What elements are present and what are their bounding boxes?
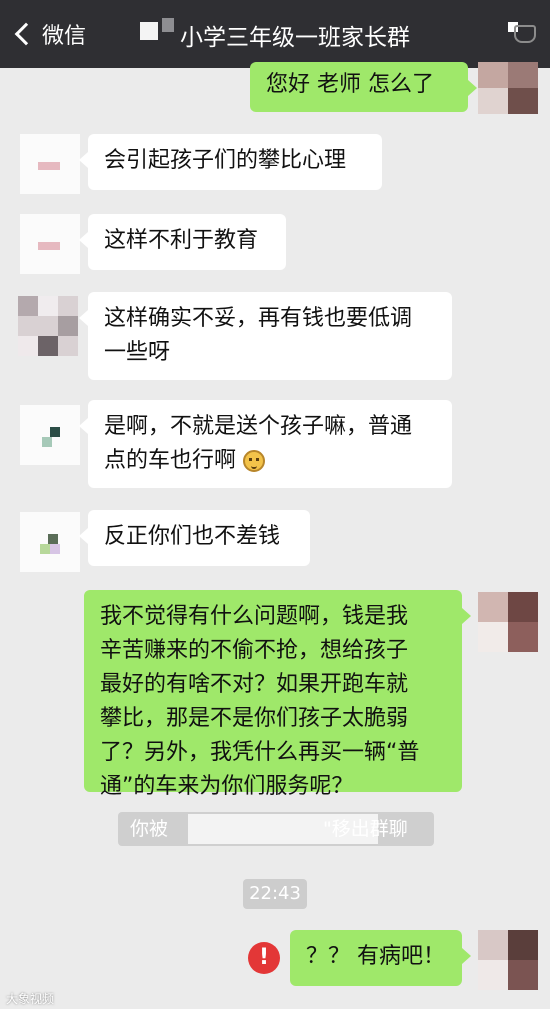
message-text: 您好 老师 怎么了: [266, 72, 434, 97]
chat-title-text: 小学三年级一班家长群: [180, 25, 410, 51]
smile-emoji-icon: [243, 450, 266, 472]
message-bubble-incoming[interactable]: 这样确实不妥，再有钱也要低调 一些呀: [79, 292, 452, 380]
message-bubble-outgoing[interactable]: ？？ 有病吧！: [290, 930, 471, 986]
message-text-line: 我不觉得有什么问题啊，钱是我: [100, 604, 409, 629]
title-redaction: [162, 18, 174, 32]
avatar-self[interactable]: [478, 592, 538, 652]
system-notice-prefix: 你被: [130, 818, 169, 840]
message-text-line: 攀比，那是不是你们孩子太脆弱: [100, 706, 409, 731]
message-text-line: 点的车也行啊: [104, 448, 237, 473]
group-info-icon[interactable]: [514, 25, 536, 43]
message-text: 反正你们也不差钱: [104, 524, 281, 549]
watermark-text: 大象视频: [6, 992, 55, 1006]
message-text: 会引起孩子们的攀比心理: [104, 148, 347, 173]
message-bubble-incoming[interactable]: 是啊，不就是送个孩子嘛，普通 点的车也行啊: [79, 400, 452, 488]
avatar-teacher[interactable]: [20, 134, 80, 194]
avatar-parent[interactable]: [20, 512, 80, 572]
back-label: 微信: [42, 24, 87, 49]
message-text-line: 是啊，不就是送个孩子嘛，普通: [104, 414, 413, 439]
message-text-line: 了？另外，我凭什么再买一辆“普: [100, 740, 420, 765]
title-redaction: [140, 22, 158, 40]
message-bubble-outgoing[interactable]: 我不觉得有什么问题啊，钱是我 辛苦赚来的不偷不抢，想给孩子 最好的有啥不对？如果…: [84, 590, 471, 799]
message-text: ？？ 有病吧！: [306, 944, 445, 969]
failed-send-icon[interactable]: !: [248, 942, 280, 974]
chat-header: 微信 小学三年级一班家长群: [0, 0, 550, 68]
message-bubble-incoming[interactable]: 反正你们也不差钱: [79, 510, 310, 566]
avatar-self[interactable]: [478, 62, 538, 114]
avatar-parent[interactable]: [20, 405, 80, 465]
message-bubble-incoming[interactable]: 会引起孩子们的攀比心理: [79, 134, 382, 190]
timestamp: 22:43: [243, 879, 307, 909]
message-bubble-incoming[interactable]: 这样不利于教育: [79, 214, 286, 270]
chat-title: 小学三年级一班家长群: [140, 18, 410, 52]
message-text: 这样不利于教育: [104, 228, 259, 253]
message-text-line: 辛苦赚来的不偷不抢，想给孩子: [100, 638, 409, 663]
message-text-line: 一些呀: [104, 340, 171, 365]
message-text-line: 这样确实不妥，再有钱也要低调: [104, 306, 413, 331]
message-text-line: 最好的有啥不对？如果开跑车就: [100, 672, 409, 697]
avatar-self[interactable]: [478, 930, 538, 990]
avatar-teacher[interactable]: [20, 214, 80, 274]
back-button[interactable]: 微信: [12, 18, 86, 50]
message-bubble-outgoing[interactable]: 您好 老师 怎么了: [250, 62, 477, 112]
avatar-parent[interactable]: [18, 296, 78, 356]
system-notice: 你被 "移出群聊: [118, 812, 434, 846]
message-text-line: 通”的车来为你们服务呢？: [100, 774, 354, 799]
chevron-left-icon: [14, 22, 38, 46]
system-notice-suffix: "移出群聊: [323, 818, 408, 840]
